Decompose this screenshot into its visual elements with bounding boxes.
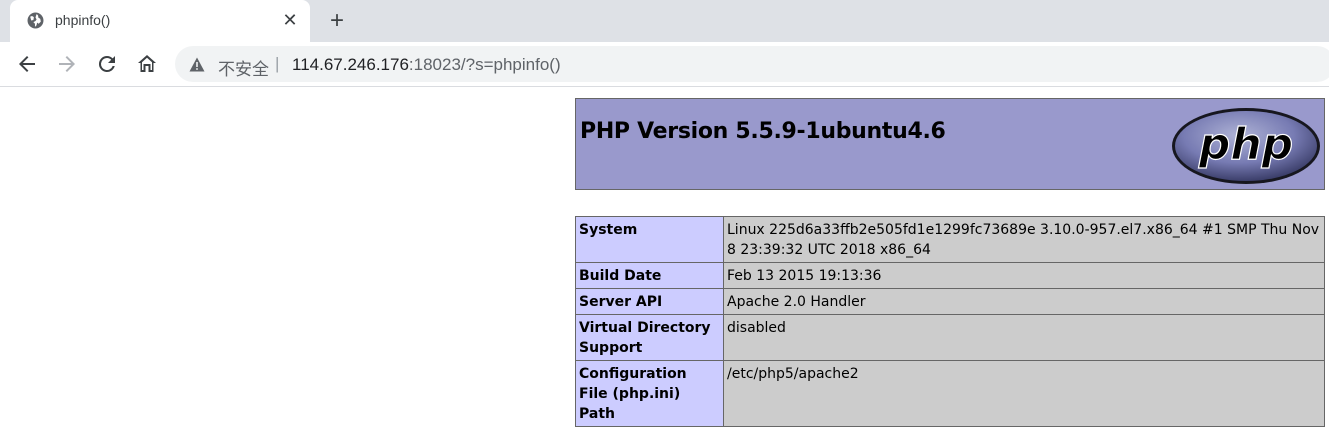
back-icon[interactable] bbox=[15, 52, 39, 76]
info-table: System Linux 225d6a33ffb2e505fd1e1299fc73… bbox=[575, 216, 1325, 427]
row-value: Apache 2.0 Handler bbox=[723, 288, 1325, 315]
php-logo[interactable]: php bbox=[1171, 107, 1321, 185]
php-logo-text: php bbox=[1198, 119, 1293, 170]
toolbar: 不安全 | 114.67.246.176:18023/?s=phpinfo() bbox=[0, 42, 1329, 87]
page-content: PHP Version 5.5.9-1ubuntu4.6 php System L… bbox=[0, 87, 1329, 427]
tab-title: phpinfo() bbox=[55, 12, 111, 28]
row-label: Configuration File (php.ini) Path bbox=[575, 360, 724, 427]
row-label: Server API bbox=[575, 288, 724, 315]
tab-phpinfo[interactable]: phpinfo() ✕ bbox=[10, 0, 310, 42]
url-text[interactable]: 114.67.246.176:18023/?s=phpinfo() bbox=[292, 55, 561, 75]
reload-icon[interactable] bbox=[95, 52, 119, 76]
security-label[interactable]: 不安全 bbox=[218, 55, 269, 80]
table-row: System Linux 225d6a33ffb2e505fd1e1299fc73… bbox=[575, 216, 1325, 263]
row-label: Build Date bbox=[575, 262, 724, 289]
row-value: Linux 225d6a33ffb2e505fd1e1299fc73689e 3… bbox=[723, 216, 1325, 263]
php-header: PHP Version 5.5.9-1ubuntu4.6 php bbox=[575, 98, 1325, 190]
new-tab-button[interactable]: + bbox=[325, 9, 349, 33]
url-host: 114.67.246.176 bbox=[292, 55, 409, 74]
close-tab-button[interactable]: ✕ bbox=[280, 10, 300, 30]
address-bar[interactable]: 不安全 | 114.67.246.176:18023/?s=phpinfo() bbox=[175, 46, 1329, 82]
url-path: :18023/?s=phpinfo() bbox=[408, 55, 561, 74]
row-value: disabled bbox=[723, 314, 1325, 361]
row-label: Virtual Directory Support bbox=[575, 314, 724, 361]
home-icon[interactable] bbox=[135, 52, 159, 76]
table-row: Configuration File (php.ini) Path/etc/ph… bbox=[575, 360, 1325, 427]
warning-icon[interactable] bbox=[189, 57, 205, 72]
table-row: Virtual Directory Support disabled bbox=[575, 314, 1325, 361]
forward-icon[interactable] bbox=[55, 52, 79, 76]
row-value: Feb 13 2015 19:13:36 bbox=[723, 262, 1325, 289]
row-label: System bbox=[575, 216, 724, 263]
table-row: Build Date Feb 13 2015 19:13:36 bbox=[575, 262, 1325, 289]
url-separator: | bbox=[275, 54, 280, 73]
page-title: PHP Version 5.5.9-1ubuntu4.6 bbox=[580, 119, 946, 144]
table-row: Server API Apache 2.0 Handler bbox=[575, 288, 1325, 315]
tab-strip: phpinfo() ✕ + bbox=[0, 0, 1329, 42]
row-value: /etc/php5/apache2 bbox=[723, 360, 1325, 427]
globe-icon bbox=[27, 12, 44, 29]
